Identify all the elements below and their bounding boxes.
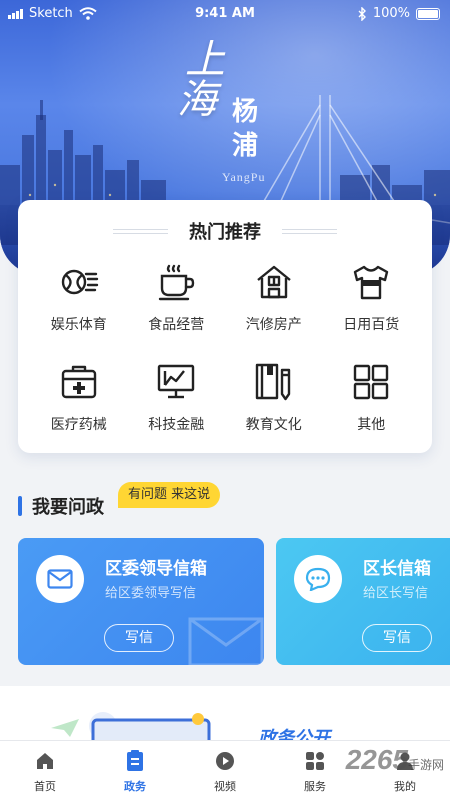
watermark-text: 2265	[345, 744, 408, 775]
category-label: 医疗药械	[50, 417, 107, 433]
ask-tag-bubble: 有问题 来这说	[118, 482, 221, 508]
house-icon	[254, 262, 294, 302]
tab-video[interactable]: 视频	[180, 741, 270, 800]
hot-recommend-title: 热门推荐	[18, 218, 432, 244]
category-item-medical[interactable]: 医疗药械	[30, 362, 128, 434]
write-letter-button[interactable]: 写信	[362, 624, 432, 652]
tab-home[interactable]: 首页	[0, 741, 90, 800]
paper-plane-icon	[51, 719, 79, 737]
tab-label: 我的	[394, 780, 416, 793]
coffee-cup-icon	[156, 262, 196, 302]
category-item-goods[interactable]: 日用百货	[323, 262, 421, 334]
document-icon	[124, 750, 146, 772]
site-watermark: 2265手游网	[346, 744, 444, 776]
category-label: 娱乐体育	[50, 317, 107, 333]
category-label: 食品经营	[148, 317, 205, 333]
category-label: 汽修房产	[245, 317, 302, 333]
battery-percent: 100%	[372, 6, 410, 21]
ask-section-header: 我要问政	[18, 490, 104, 522]
tab-label: 政务	[124, 780, 146, 793]
status-bar: Sketch 9:41 AM 100%	[0, 0, 450, 28]
brand-char-2: 海	[177, 77, 217, 123]
mailbox-title: 区长信箱	[363, 559, 431, 579]
district-mayor-mailbox-card[interactable]: 区长信箱 给区长写信 写信	[276, 538, 450, 665]
brand-shanghai: 上 海	[177, 37, 225, 120]
category-item-tech[interactable]: 科技金融	[128, 362, 226, 434]
category-label: 教育文化	[245, 417, 302, 433]
gov-public-section[interactable]: 政务公开	[0, 686, 450, 749]
brand-small-char-1: 杨	[232, 97, 259, 127]
mailbox-title: 区委领导信箱	[105, 559, 207, 579]
category-item-food[interactable]: 食品经营	[128, 262, 226, 334]
mailbox-subtitle: 给区委领导写信	[105, 586, 197, 601]
envelope-watermark-icon	[188, 617, 264, 665]
category-label: 其他	[357, 417, 386, 433]
category-item-education[interactable]: 教育文化	[225, 362, 323, 434]
category-item-other[interactable]: 其他	[323, 362, 421, 434]
medical-kit-icon	[59, 362, 99, 402]
battery-icon	[416, 7, 440, 20]
brand-small-char-2: 浦	[232, 131, 259, 161]
book-pen-icon	[254, 362, 294, 402]
brand-char-1: 上	[185, 37, 225, 83]
play-icon	[214, 750, 236, 772]
district-committee-mailbox-card[interactable]: 区委领导信箱 给区委领导写信 写信	[18, 538, 264, 665]
app-screen: 上 海 杨 浦 YangPu Sketch 9:41 AM 100% 热门推荐	[0, 0, 450, 800]
category-label: 科技金融	[148, 417, 205, 433]
section-accent-bar	[18, 496, 22, 516]
tab-label: 视频	[214, 780, 236, 793]
write-letter-button[interactable]: 写信	[104, 624, 174, 652]
category-item-sports[interactable]: 娱乐体育	[30, 262, 128, 334]
category-label: 日用百货	[343, 317, 400, 333]
ask-section-title: 我要问政	[32, 497, 104, 518]
grid-icon	[351, 362, 391, 402]
shirt-icon	[351, 262, 391, 302]
sports-ball-icon	[59, 262, 99, 302]
brand-english: YangPu	[222, 170, 266, 184]
service-icon	[304, 750, 326, 772]
watermark-sub: 手游网	[407, 758, 444, 772]
brand-yangpu: 杨 浦	[232, 95, 258, 163]
hot-recommend-card: 热门推荐 娱乐体育 食品经营 汽修房产 日用百货 医疗药械 科技金融 教育文化 …	[18, 200, 432, 453]
chat-bubble-icon	[294, 555, 342, 603]
monitor-chart-icon	[156, 362, 196, 402]
category-grid: 娱乐体育 食品经营 汽修房产 日用百货 医疗药械 科技金融 教育文化 其他	[30, 262, 420, 434]
bluetooth-icon	[358, 6, 366, 21]
home-icon	[34, 750, 56, 772]
tab-gov-affairs[interactable]: 政务	[90, 741, 180, 800]
envelope-icon	[36, 555, 84, 603]
category-item-house[interactable]: 汽修房产	[225, 262, 323, 334]
tab-label: 首页	[34, 780, 56, 793]
mailbox-subtitle: 给区长写信	[363, 586, 429, 601]
tab-label: 服务	[304, 780, 326, 793]
